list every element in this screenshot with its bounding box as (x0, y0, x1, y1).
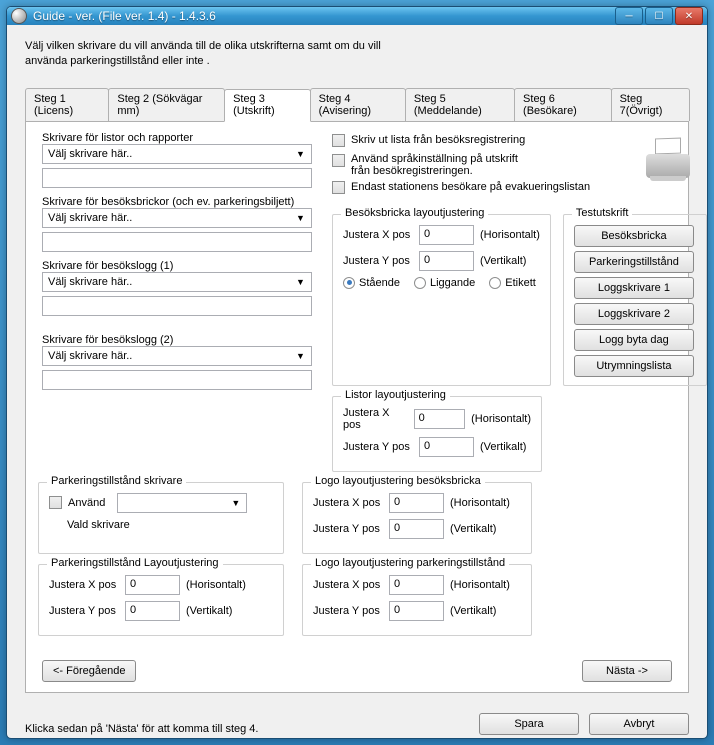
label-printer-badges: Skrivare för besöksbrickor (och ev. park… (42, 196, 312, 208)
group-logo-parking: Logo layoutjustering parkeringstillstånd… (302, 564, 532, 636)
tab-step4[interactable]: Steg 4 (Avisering) (310, 88, 406, 121)
input-list-y[interactable]: 0 (419, 437, 474, 457)
radio-staende[interactable] (343, 277, 355, 289)
tab-bar: Steg 1 (Licens) Steg 2 (Sökvägar mm) Ste… (25, 88, 689, 122)
group-title-park-printer: Parkeringstillstånd skrivare (47, 475, 186, 487)
group-test-print: Testutskrift Besöksbricka Parkeringstill… (563, 214, 707, 386)
save-button[interactable]: Spara (479, 713, 579, 735)
text-printer-reports[interactable] (42, 168, 312, 188)
group-title-logo-badge: Logo layoutjustering besöksbricka (311, 475, 485, 487)
tab-step1[interactable]: Steg 1 (Licens) (25, 88, 109, 121)
input-park-x[interactable]: 0 (125, 575, 180, 595)
radio-liggande[interactable] (414, 277, 426, 289)
app-icon (11, 8, 27, 24)
group-parking-printer: Parkeringstillstånd skrivare Använd ▼ Va… (38, 482, 284, 554)
titlebar[interactable]: Guide - ver. (File ver. 1.4) - 1.4.3.6 ─… (7, 7, 707, 25)
label-chk3: Endast stationens besökare på evakuering… (351, 181, 590, 193)
btn-test-evac[interactable]: Utrymningslista (574, 355, 694, 377)
label-printer-log2: Skrivare för besökslogg (2) (42, 334, 312, 346)
group-title-park-layout: Parkeringstillstånd Layoutjustering (47, 557, 223, 569)
right-column: Skriv ut lista från besöksregistrering A… (332, 132, 707, 472)
input-badge-y[interactable]: 0 (419, 251, 474, 271)
printer-icon (643, 138, 693, 178)
combo-printer-reports[interactable]: Välj skrivare här..▼ (42, 144, 312, 164)
group-badge-layout: Besöksbricka layoutjustering Justera X p… (332, 214, 551, 386)
main-window: Guide - ver. (File ver. 1.4) - 1.4.3.6 ─… (6, 6, 708, 739)
chevron-down-icon: ▼ (293, 351, 308, 361)
label-chk1: Skriv ut lista från besöksregistrering (351, 134, 525, 146)
tab-step6[interactable]: Steg 6 (Besökare) (514, 88, 612, 121)
input-logo-badge-y[interactable]: 0 (389, 519, 444, 539)
combo-printer-log1[interactable]: Välj skrivare här..▼ (42, 272, 312, 292)
chevron-down-icon: ▼ (293, 277, 308, 287)
next-button[interactable]: Nästa -> (582, 660, 672, 682)
group-title-logo-park: Logo layoutjustering parkeringstillstånd (311, 557, 509, 569)
btn-test-logday[interactable]: Logg byta dag (574, 329, 694, 351)
label-chk2a: Använd språkinställning på utskrift (351, 153, 518, 165)
checkbox-language[interactable] (332, 154, 345, 167)
input-list-x[interactable]: 0 (414, 409, 466, 429)
checkbox-station-only[interactable] (332, 181, 345, 194)
text-printer-badges[interactable] (42, 232, 312, 252)
group-title-test: Testutskrift (572, 207, 633, 219)
text-printer-log1[interactable] (42, 296, 312, 316)
cancel-button[interactable]: Avbryt (589, 713, 689, 735)
tab-step2[interactable]: Steg 2 (Sökvägar mm) (108, 88, 225, 121)
label-chk2b: från besökregistreringen. (351, 165, 473, 177)
window-buttons: ─ ☐ ✕ (615, 7, 703, 25)
tab-step3[interactable]: Steg 3 (Utskrift) (224, 89, 311, 122)
group-title-badge: Besöksbricka layoutjustering (341, 207, 488, 219)
group-logo-badge: Logo layoutjustering besöksbricka Juster… (302, 482, 532, 554)
btn-test-badge[interactable]: Besöksbricka (574, 225, 694, 247)
text-printer-log2[interactable] (42, 370, 312, 390)
input-badge-x[interactable]: 0 (419, 225, 474, 245)
combo-parking-printer[interactable]: ▼ (117, 493, 247, 513)
content-area: Välj vilken skrivare du vill använda til… (7, 25, 707, 703)
group-parking-layout: Parkeringstillstånd Layoutjustering Just… (38, 564, 284, 636)
tab-step5[interactable]: Steg 5 (Meddelande) (405, 88, 515, 121)
window-title: Guide - ver. (File ver. 1.4) - 1.4.3.6 (33, 9, 615, 23)
btn-test-log2[interactable]: Loggskrivare 2 (574, 303, 694, 325)
radio-etikett[interactable] (489, 277, 501, 289)
input-logo-park-x[interactable]: 0 (389, 575, 444, 595)
label-printer-reports: Skrivare för listor och rapporter (42, 132, 312, 144)
btn-test-log1[interactable]: Loggskrivare 1 (574, 277, 694, 299)
intro-text: Välj vilken skrivare du vill använda til… (25, 39, 425, 70)
footer-message: Klicka sedan på 'Nästa' för att komma ti… (25, 723, 479, 735)
prev-button[interactable]: <- Föregående (42, 660, 136, 682)
tab-step7[interactable]: Steg 7(Övrigt) (611, 88, 690, 121)
minimize-button[interactable]: ─ (615, 7, 643, 25)
label-vald-skrivare: Vald skrivare (67, 519, 273, 531)
input-park-y[interactable]: 0 (125, 601, 180, 621)
footer: Klicka sedan på 'Nästa' för att komma ti… (7, 703, 707, 739)
chevron-down-icon: ▼ (228, 498, 243, 508)
group-title-list: Listor layoutjustering (341, 389, 450, 401)
input-logo-badge-x[interactable]: 0 (389, 493, 444, 513)
label-printer-log1: Skrivare för besökslogg (1) (42, 260, 312, 272)
combo-printer-badges[interactable]: Välj skrivare här..▼ (42, 208, 312, 228)
tab-page: Skrivare för listor och rapporter Välj s… (25, 122, 689, 693)
chevron-down-icon: ▼ (293, 213, 308, 223)
group-list-layout: Listor layoutjustering Justera X pos0(Ho… (332, 396, 542, 472)
maximize-button[interactable]: ☐ (645, 7, 673, 25)
btn-test-parking[interactable]: Parkeringstillstånd (574, 251, 694, 273)
combo-printer-log2[interactable]: Välj skrivare här..▼ (42, 346, 312, 366)
checkbox-parking-use[interactable] (49, 496, 62, 509)
close-button[interactable]: ✕ (675, 7, 703, 25)
checkbox-print-list[interactable] (332, 134, 345, 147)
chevron-down-icon: ▼ (293, 149, 308, 159)
input-logo-park-y[interactable]: 0 (389, 601, 444, 621)
printer-column: Skrivare för listor och rapporter Välj s… (38, 132, 312, 472)
